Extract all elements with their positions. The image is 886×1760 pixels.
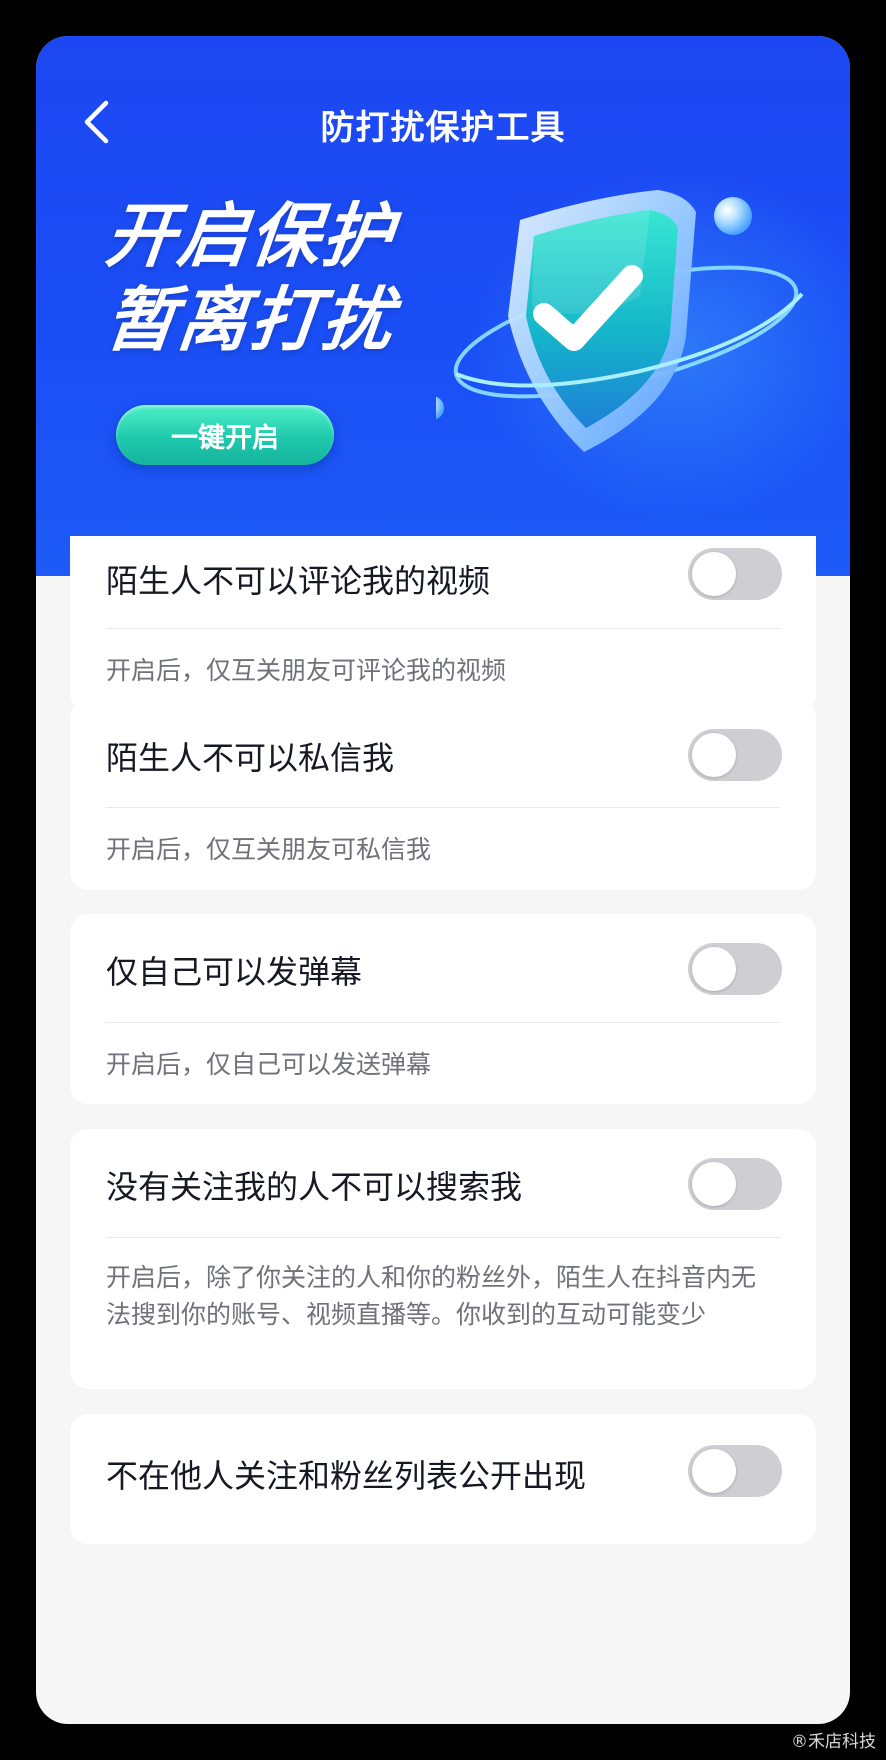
slogan-line-2: 暂离打扰: [101, 279, 399, 361]
toggle-knob: [692, 1162, 736, 1206]
toggle-knob: [692, 552, 736, 596]
setting-title: 没有关注我的人不可以搜索我: [106, 1168, 523, 1206]
divider: [106, 628, 780, 629]
toggle-switch[interactable]: [688, 943, 782, 995]
toggle-knob: [692, 947, 736, 991]
divider: [106, 1237, 780, 1238]
toggle-switch[interactable]: [688, 1445, 782, 1497]
setting-title: 陌生人不可以私信我: [106, 739, 395, 777]
hero-banner: 防打扰保护工具 开启保护 暂离打扰 一键开启: [36, 36, 850, 576]
setting-title: 仅自己可以发弹幕: [106, 953, 363, 991]
shield-check-icon: [436, 190, 804, 452]
setting-card-danmaku: 仅自己可以发弹幕 开启后，仅自己可以发送弹幕: [70, 914, 816, 1104]
enable-all-button[interactable]: 一键开启: [116, 405, 334, 465]
watermark: ®禾店科技: [791, 1732, 876, 1752]
phone-screen: 防打扰保护工具 开启保护 暂离打扰 一键开启 陌生人不可以评论我的视频 开启后，…: [36, 36, 850, 1724]
setting-title: 不在他人关注和粉丝列表公开出现: [106, 1457, 587, 1495]
divider: [106, 807, 780, 808]
slogan-line-1: 开启保护: [101, 195, 399, 277]
setting-card-search: 没有关注我的人不可以搜索我 开启后，除了你关注的人和你的粉丝外，陌生人在抖音内无…: [70, 1129, 816, 1389]
hero-slogan: 开启保护 暂离打扰: [102, 194, 399, 362]
toggle-switch[interactable]: [688, 729, 782, 781]
toggle-knob: [692, 1449, 736, 1493]
toggle-knob: [692, 733, 736, 777]
setting-description: 开启后，仅自己可以发送弹幕: [106, 1050, 432, 1079]
setting-card-follow-list: 不在他人关注和粉丝列表公开出现: [70, 1414, 816, 1544]
divider: [106, 1022, 780, 1023]
setting-card-comment: 陌生人不可以评论我的视频 开启后，仅互关朋友可评论我的视频: [70, 536, 816, 712]
setting-title: 陌生人不可以评论我的视频: [106, 562, 491, 600]
setting-description: 开启后，仅互关朋友可私信我: [106, 835, 432, 864]
setting-description: 开启后，除了你关注的人和你的粉丝外，陌生人在抖音内无法搜到你的账号、视频直播等。…: [106, 1263, 757, 1329]
toggle-switch[interactable]: [688, 1158, 782, 1210]
page-title: 防打扰保护工具: [320, 108, 566, 148]
setting-description: 开启后，仅互关朋友可评论我的视频: [106, 656, 507, 685]
toggle-switch[interactable]: [688, 548, 782, 600]
setting-card-message: 陌生人不可以私信我 开启后，仅互关朋友可私信我: [70, 700, 816, 890]
